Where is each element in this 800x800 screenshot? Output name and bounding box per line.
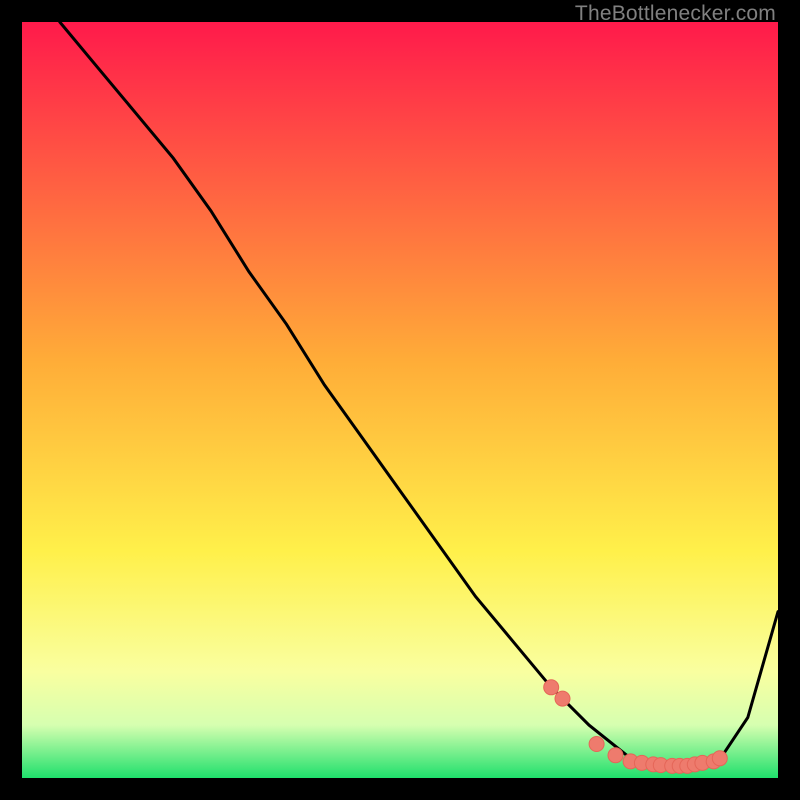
chart-frame [22, 22, 778, 778]
bottleneck-chart [22, 22, 778, 778]
gradient-background [22, 22, 778, 778]
highlight-dot [712, 751, 727, 766]
highlight-dot [589, 737, 604, 752]
highlight-dot [608, 748, 623, 763]
highlight-dot [544, 680, 559, 695]
highlight-dot [555, 691, 570, 706]
watermark-label: TheBottlenecker.com [575, 2, 776, 26]
